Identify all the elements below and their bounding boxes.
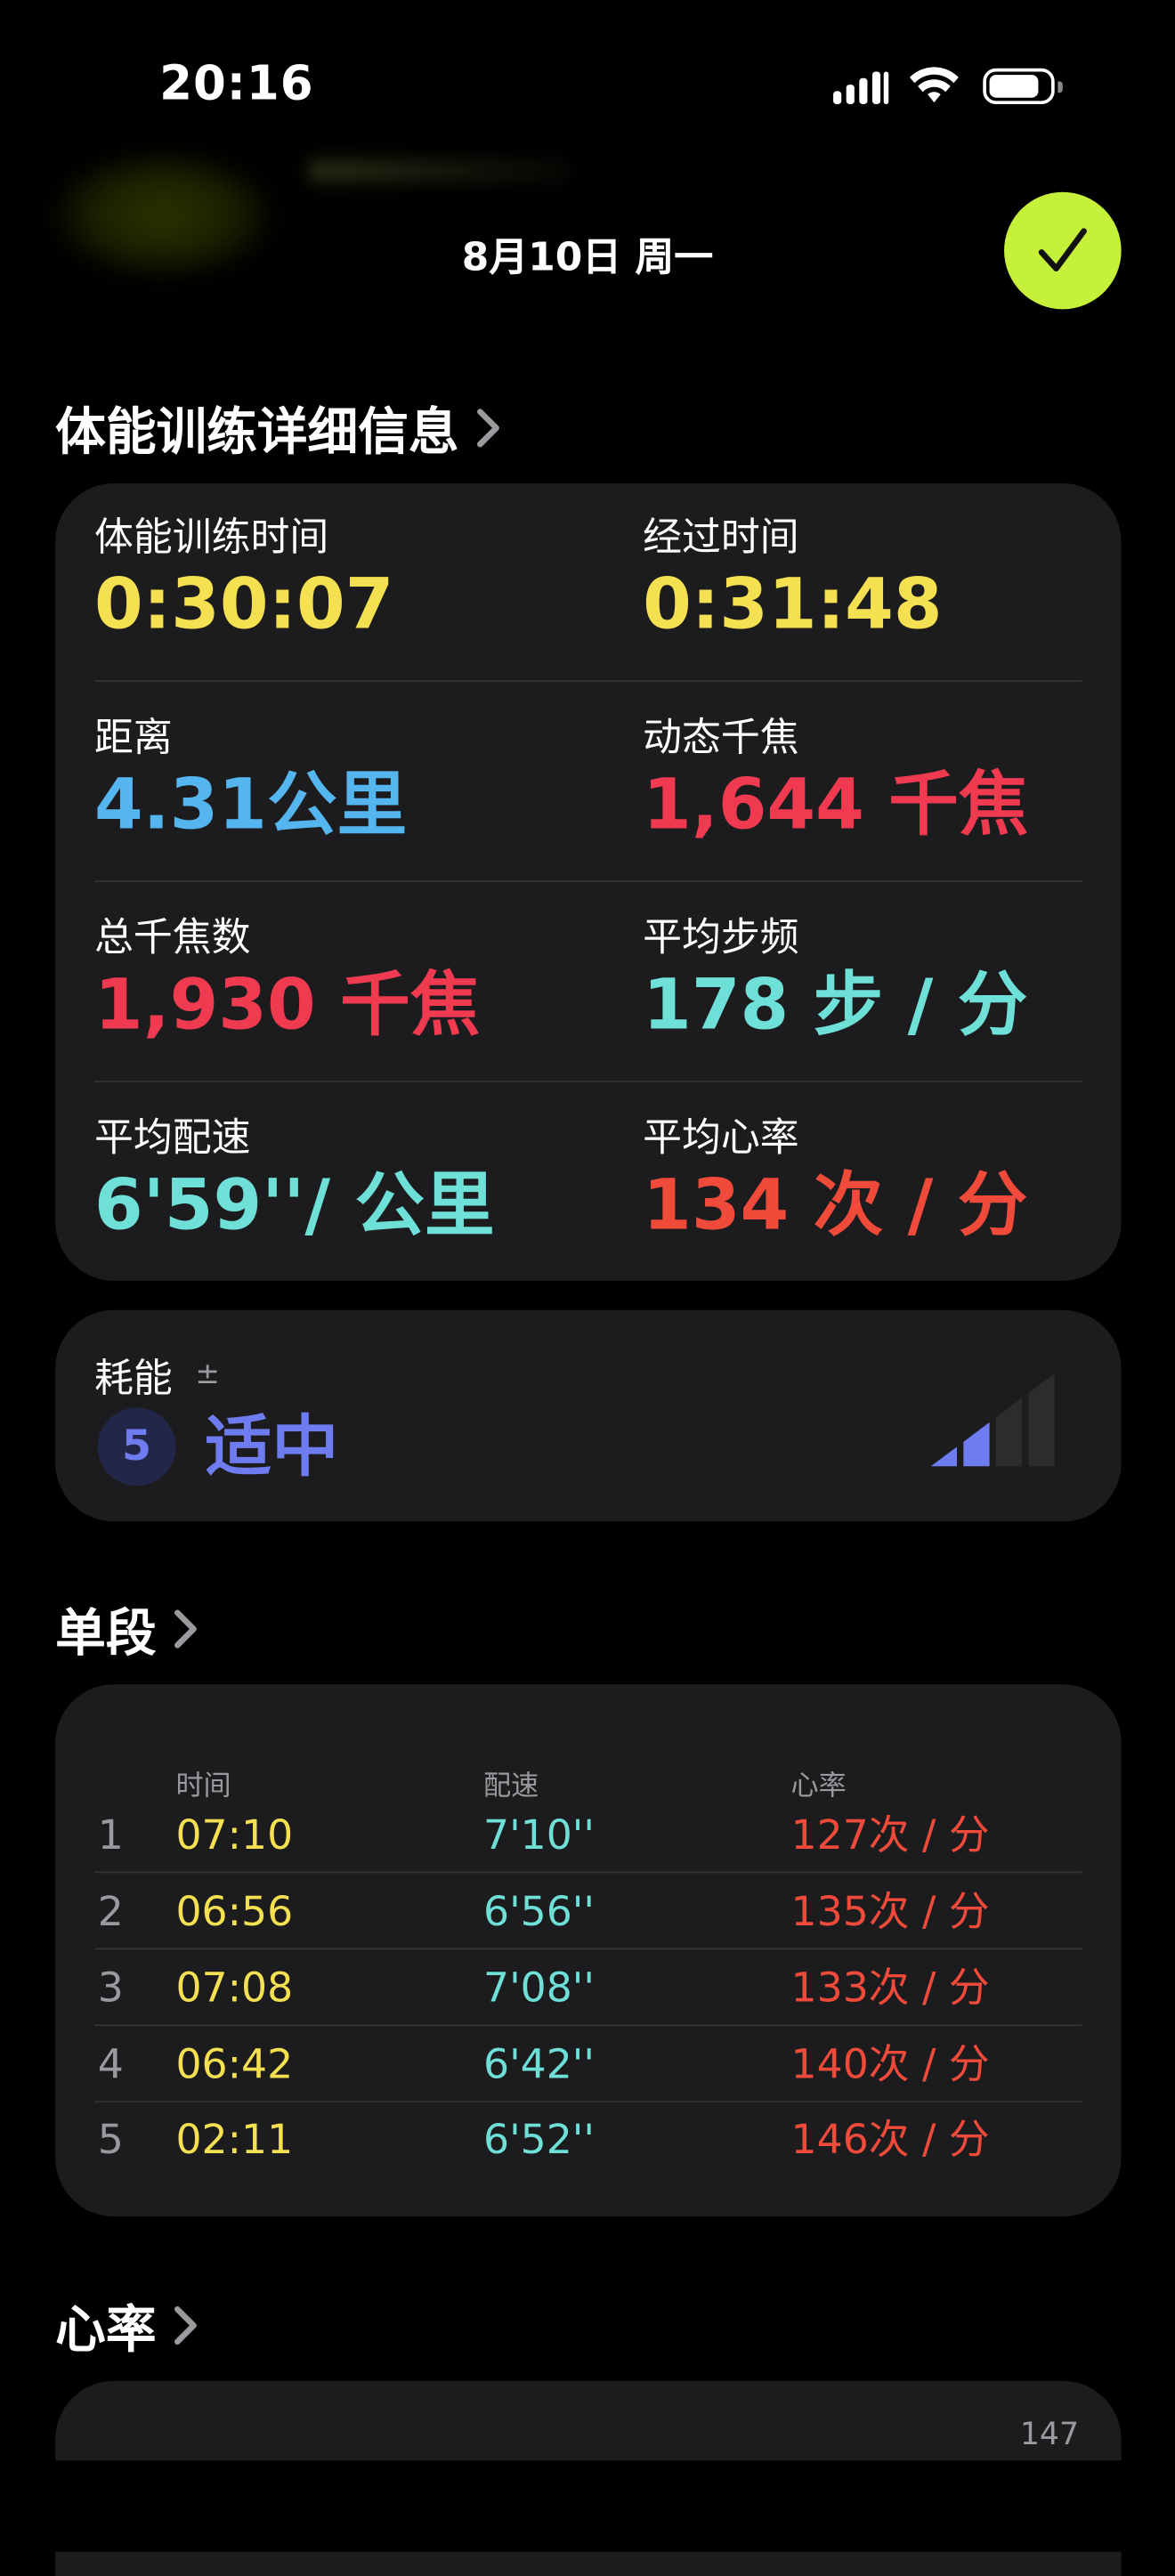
heart-rate-header[interactable]: 心率 — [55, 2288, 199, 2361]
split-heart-rate: 140次 / 分 — [790, 2040, 990, 2088]
workout-details-card: 体能训练时间 0:30:07 经过时间 0:31:48 距离 4.31公里 动态… — [55, 482, 1122, 1281]
metric-elapsed-time: 经过时间 0:31:48 — [643, 513, 942, 646]
wifi-icon — [909, 67, 959, 103]
effort-meter-bar-2 — [963, 1422, 990, 1467]
splits-column-heart-rate: 心率 — [790, 1770, 847, 1803]
splits-column-pace: 配速 — [482, 1770, 539, 1803]
split-heart-rate: 135次 / 分 — [790, 1887, 990, 1935]
split-time: 06:42 — [175, 2040, 294, 2088]
metric-value: 6'59''/ 公里 — [94, 1165, 495, 1247]
split-heart-rate: 127次 / 分 — [790, 1810, 990, 1859]
status-time: 20:16 — [159, 55, 314, 111]
split-pace: 7'08'' — [482, 1964, 595, 2012]
metric-value: 134 次 / 分 — [643, 1165, 1028, 1247]
split-pace: 6'52'' — [482, 2115, 595, 2163]
splits-column-time: 时间 — [175, 1770, 231, 1803]
metric-value: 1,644 千焦 — [643, 765, 1029, 847]
metric-avg-pace: 平均配速 6'59''/ 公里 — [94, 1114, 495, 1247]
divider — [94, 680, 1082, 683]
effort-level-badge: 5 — [97, 1407, 176, 1486]
chevron-right-icon — [174, 1608, 197, 1648]
divider — [94, 880, 1082, 882]
split-row: 5 02:11 6'52'' 146次 / 分 — [94, 2102, 1082, 2177]
split-time: 07:10 — [175, 1810, 294, 1859]
splits-card: 时间 配速 心率 1 07:10 7'10'' 127次 / 分 2 06:56… — [55, 1684, 1122, 2217]
checkmark-icon — [1038, 228, 1087, 271]
split-row: 2 06:56 6'56'' 135次 / 分 — [94, 1875, 1082, 1950]
metric-value: 0:31:48 — [643, 564, 943, 646]
split-index: 1 — [97, 1810, 124, 1859]
metric-label: 平均心率 — [643, 1114, 799, 1161]
split-index: 3 — [97, 1964, 124, 2012]
split-index: 2 — [97, 1887, 124, 1935]
workout-details-title: 体能训练详细信息 — [55, 403, 459, 463]
split-pace: 6'56'' — [482, 1887, 595, 1935]
effort-meter-icon — [930, 1373, 1055, 1467]
metric-active-energy: 动态千焦 1,644 千焦 — [643, 713, 1028, 847]
metric-avg-heart-rate: 平均心率 134 次 / 分 — [643, 1114, 1028, 1247]
metric-label: 总千焦数 — [94, 914, 251, 960]
status-icons — [833, 61, 1063, 110]
effort-label: 耗能 — [94, 1355, 173, 1402]
split-time: 06:56 — [175, 1887, 294, 1935]
divider — [94, 1080, 1082, 1082]
chevron-right-icon — [174, 2305, 197, 2345]
metric-label: 经过时间 — [643, 514, 799, 560]
metric-value: 4.31公里 — [94, 765, 408, 847]
effort-level-text: 适中 — [205, 1407, 339, 1486]
split-time: 07:08 — [175, 1964, 294, 2012]
metric-value: 1,930 千焦 — [94, 965, 481, 1047]
split-row: 3 07:08 7'08'' 133次 / 分 — [94, 1951, 1082, 2027]
split-heart-rate: 133次 / 分 — [790, 1964, 990, 2012]
bottom-cutoff — [0, 2460, 1175, 2552]
split-time: 02:11 — [175, 2115, 294, 2163]
split-pace: 7'10'' — [482, 1810, 595, 1859]
metric-total-energy: 总千焦数 1,930 千焦 — [94, 913, 481, 1047]
metric-label: 平均配速 — [94, 1114, 251, 1161]
effort-meter-bar-3 — [995, 1397, 1023, 1467]
workout-summary-screen: 20:16 8月10日 周一 体能训练详细信息 体能训练时间 0:30:07 经… — [0, 0, 1175, 2576]
metric-value: 178 步 / 分 — [643, 965, 1028, 1047]
heart-rate-max-label: 147 — [1019, 2416, 1080, 2453]
metric-workout-time: 体能训练时间 0:30:07 — [94, 513, 393, 646]
metric-value: 0:30:07 — [94, 564, 394, 646]
page-title-date: 8月10日 周一 — [461, 234, 714, 280]
done-button[interactable] — [1004, 191, 1122, 310]
metric-label: 平均步频 — [643, 914, 799, 960]
metric-label: 动态千焦 — [643, 714, 799, 760]
workout-details-header[interactable]: 体能训练详细信息 — [55, 391, 501, 464]
divider — [94, 1948, 1082, 1950]
battery-icon — [983, 68, 1063, 105]
splits-header[interactable]: 单段 — [55, 1592, 199, 1665]
split-row: 1 07:10 7'10'' 127次 / 分 — [94, 1798, 1082, 1874]
split-heart-rate: 146次 / 分 — [790, 2115, 990, 2163]
divider — [94, 1871, 1082, 1874]
split-pace: 6'42'' — [482, 2040, 595, 2088]
effort-adjust-icon: ± — [195, 1357, 220, 1392]
divider — [94, 2024, 1082, 2027]
chevron-right-icon — [477, 408, 499, 447]
effort-meter-bar-1 — [930, 1446, 958, 1467]
effort-meter-bar-4 — [1028, 1373, 1055, 1467]
splits-title: 单段 — [55, 1604, 157, 1664]
metric-label: 体能训练时间 — [94, 514, 329, 560]
metric-distance: 距离 4.31公里 — [94, 713, 407, 847]
effort-label-row: 耗能 ± — [94, 1346, 220, 1403]
split-row: 4 06:42 6'42'' 140次 / 分 — [94, 2028, 1082, 2103]
split-index: 5 — [97, 2115, 124, 2163]
metric-label: 距离 — [94, 714, 173, 760]
metric-avg-cadence: 平均步频 178 步 / 分 — [643, 913, 1028, 1047]
heart-rate-title: 心率 — [55, 2301, 157, 2360]
split-index: 4 — [97, 2040, 124, 2088]
workout-app-label-blurred — [309, 159, 570, 182]
cellular-signal-icon — [833, 69, 889, 105]
effort-card[interactable]: 耗能 ± 5 适中 — [55, 1309, 1122, 1522]
